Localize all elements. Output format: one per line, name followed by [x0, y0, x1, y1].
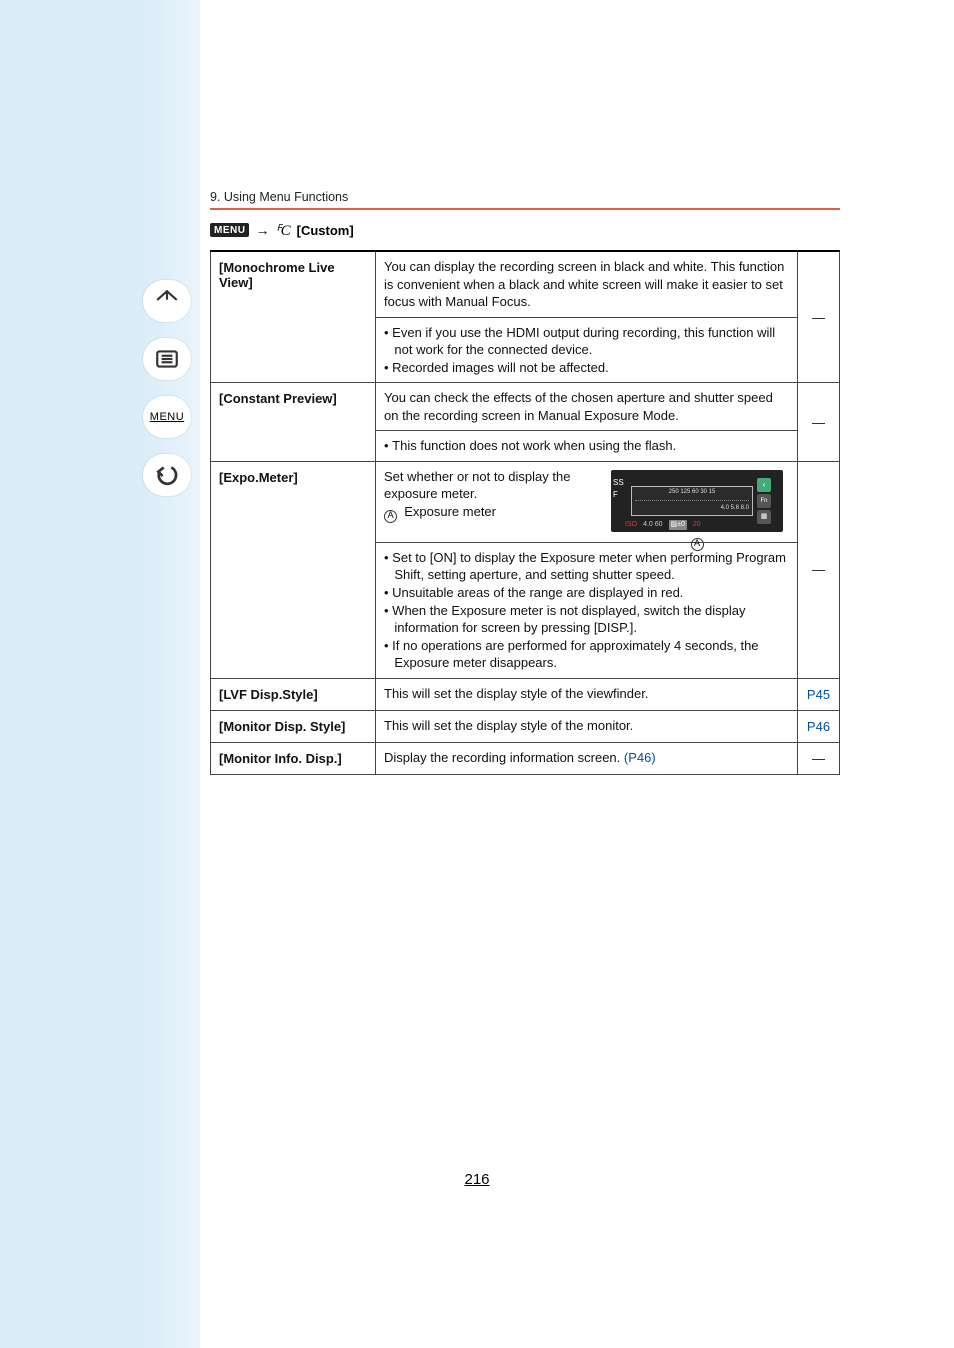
page-number: 216 — [0, 1171, 954, 1188]
page-link[interactable]: P46 — [807, 719, 830, 734]
setting-desc: Display the recording information screen… — [376, 742, 798, 774]
table-row: [Monochrome Live View] You can display t… — [211, 251, 840, 317]
arrow-icon: → — [255, 222, 269, 238]
setting-name: [Monitor Info. Disp.] — [211, 742, 376, 774]
nav-menu-text-pill[interactable]: MENU — [143, 396, 191, 438]
exposure-meter-figure: SS F 250 125 60 30 15 4.0 5.6 8.0 ‹ — [611, 470, 783, 551]
setting-name: [Monitor Disp. Style] — [211, 710, 376, 742]
breadcrumb: 9. Using Menu Functions — [210, 190, 830, 208]
setting-ref: — — [798, 251, 840, 383]
setting-ref: P46 — [798, 710, 840, 742]
f-axis-label: F — [613, 490, 618, 501]
list-item: Even if you use the HDMI output during r… — [384, 324, 789, 359]
ss-axis-label: SS — [613, 478, 624, 489]
figure-callout: A — [611, 534, 783, 551]
home-icon — [154, 288, 180, 314]
setting-desc: This will set the display style of the v… — [376, 678, 798, 710]
setting-name: [Monochrome Live View] — [211, 251, 376, 383]
list-item: Recorded images will not be affected. — [384, 359, 789, 377]
chevron-left-icon: ‹ — [757, 478, 771, 492]
f-ticks: 4.0 5.6 8.0 — [635, 505, 749, 513]
nav-home-pill[interactable] — [143, 280, 191, 322]
expo-top-line: Set whether or not to display the exposu… — [384, 469, 570, 502]
table-row: [LVF Disp.Style] This will set the displ… — [211, 678, 840, 710]
setting-ref: P45 — [798, 678, 840, 710]
list-item: Set to [ON] to display the Exposure mete… — [384, 549, 789, 584]
settings-table: [Monochrome Live View] You can display t… — [210, 250, 840, 775]
legend-label: Exposure meter — [404, 504, 496, 519]
list-icon — [154, 346, 180, 372]
nav-menu-pill[interactable] — [143, 338, 191, 380]
table-row: [Monitor Disp. Style] This will set the … — [211, 710, 840, 742]
setting-notes: This function does not work when using t… — [376, 431, 798, 462]
page-link[interactable]: P45 — [807, 687, 830, 702]
setting-ref: — — [798, 461, 840, 678]
iso-badge: ISO — [625, 520, 637, 529]
remain-value: 20 — [693, 520, 701, 529]
desc-text: Display the recording information screen… — [384, 750, 624, 765]
setting-name: [Constant Preview] — [211, 383, 376, 462]
fn-icon: Fn — [757, 494, 771, 508]
legend-marker-a: A — [384, 510, 397, 523]
main-content: 9. Using Menu Functions MENU → ꟳC [Custo… — [210, 190, 830, 775]
menu-text-icon: MENU — [150, 411, 184, 423]
list-item: If no operations are performed for appro… — [384, 637, 789, 672]
ev-value: ±0 — [677, 521, 685, 528]
setting-ref: — — [798, 742, 840, 774]
menu-path: MENU → ꟳC [Custom] — [210, 220, 830, 240]
nav-pill-stack: MENU — [140, 280, 194, 496]
setting-desc: Set whether or not to display the exposu… — [376, 461, 798, 542]
custom-label: [Custom] — [297, 223, 354, 238]
setting-name: [Expo.Meter] — [211, 461, 376, 678]
list-item: Unsuitable areas of the range are displa… — [384, 584, 789, 602]
setting-desc: You can check the effects of the chosen … — [376, 383, 798, 431]
back-arrow-icon — [154, 462, 180, 488]
table-row: [Monitor Info. Disp.] Display the record… — [211, 742, 840, 774]
setting-name: [LVF Disp.Style] — [211, 678, 376, 710]
list-item: When the Exposure meter is not displayed… — [384, 602, 789, 637]
setting-notes: Set to [ON] to display the Exposure mete… — [376, 542, 798, 678]
setting-ref: — — [798, 383, 840, 462]
menu-badge: MENU — [210, 223, 249, 237]
nav-back-pill[interactable] — [143, 454, 191, 496]
meter-box: 250 125 60 30 15 4.0 5.6 8.0 — [631, 486, 753, 516]
table-row: [Constant Preview] You can check the eff… — [211, 383, 840, 431]
custom-symbol-icon: ꟳC — [275, 220, 290, 240]
table-row: [Expo.Meter] Set whether or not to displ… — [211, 461, 840, 542]
setting-notes: Even if you use the HDMI output during r… — [376, 317, 798, 383]
setting-desc: This will set the display style of the m… — [376, 710, 798, 742]
page-link-inline[interactable]: (P46) — [624, 750, 656, 765]
sidebar-background — [0, 0, 200, 1348]
grid-icon: ▦ — [757, 510, 771, 524]
list-item: This function does not work when using t… — [384, 437, 789, 455]
status-values: 4.0 60 — [643, 520, 662, 529]
section-rule — [210, 208, 840, 210]
ss-ticks: 250 125 60 30 15 — [635, 489, 749, 497]
setting-desc: You can display the recording screen in … — [376, 251, 798, 317]
